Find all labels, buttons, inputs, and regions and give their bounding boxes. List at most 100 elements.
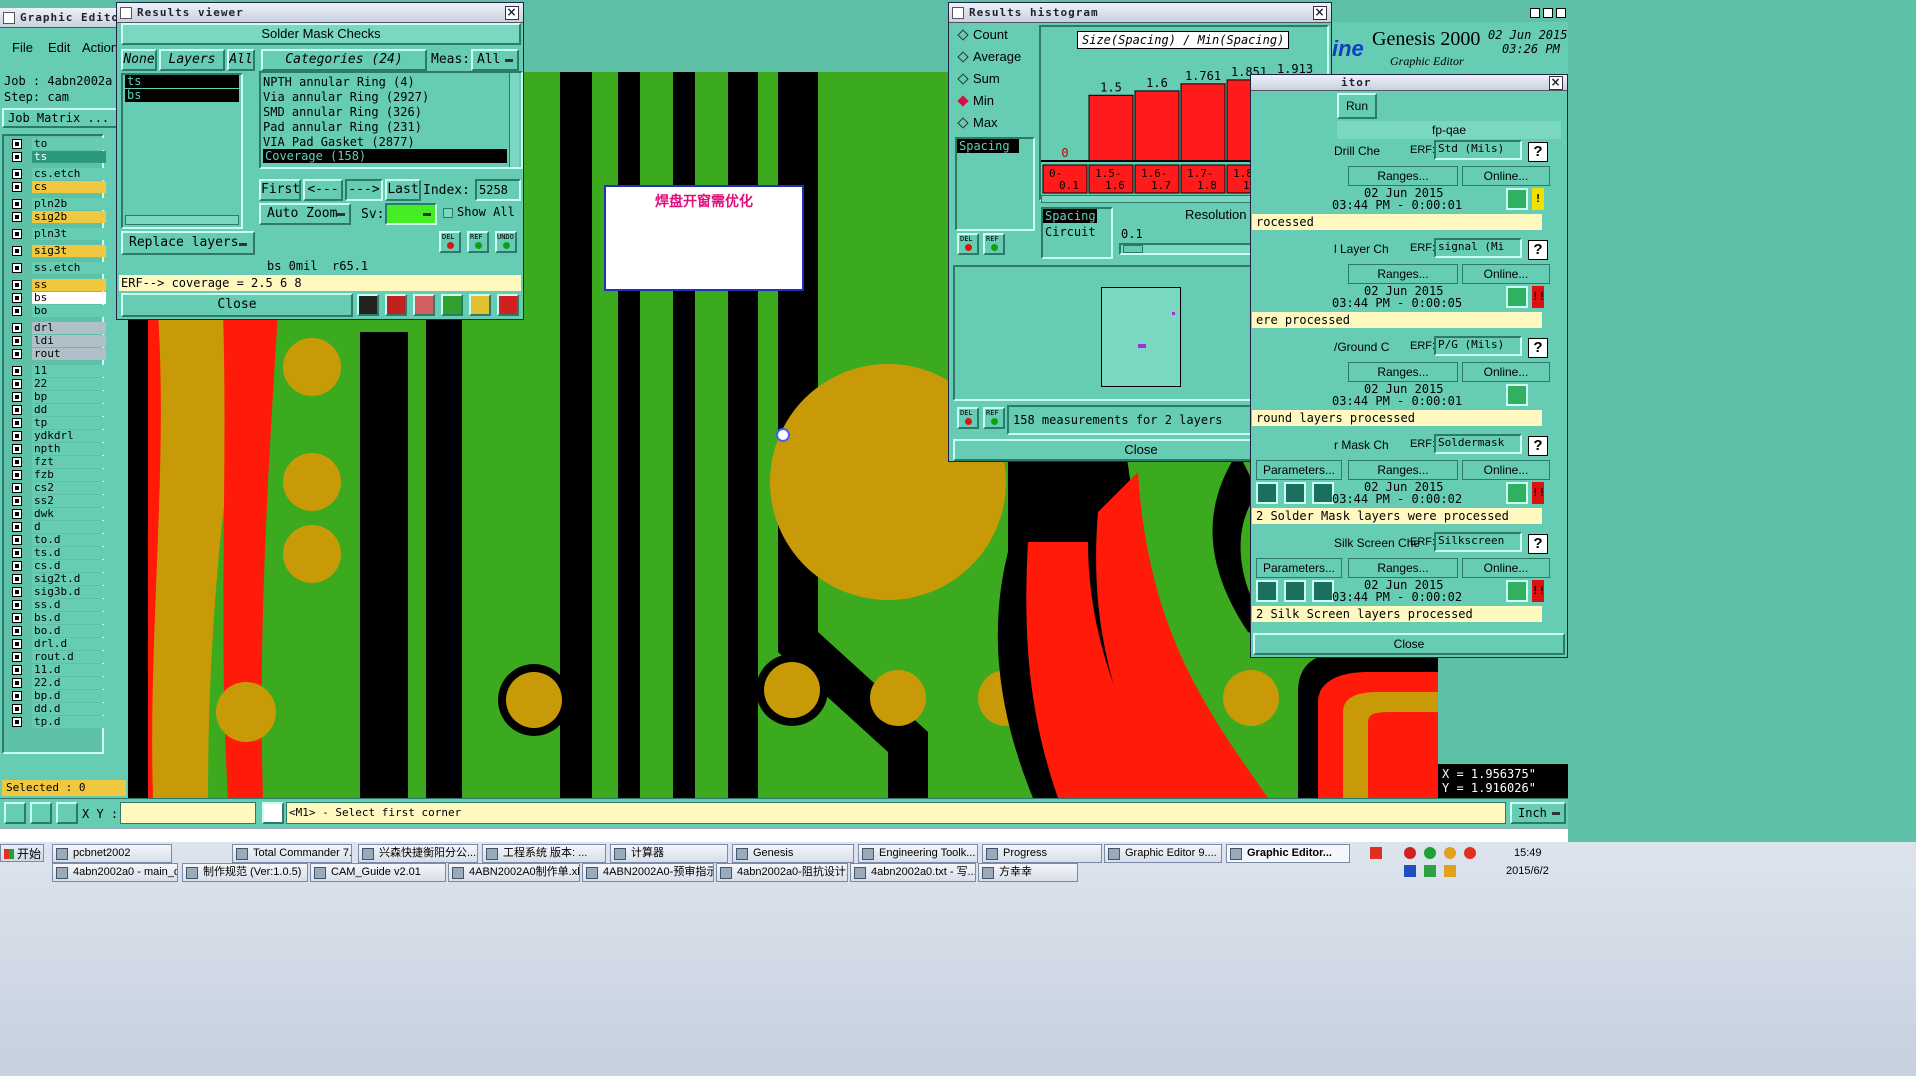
layer-name[interactable]: drl.d	[32, 638, 106, 650]
layer-name[interactable]: tp.d	[32, 716, 106, 728]
layer-row[interactable]: dwk	[10, 508, 106, 520]
erf-value[interactable]: Silkscreen	[1434, 532, 1522, 552]
layer-name[interactable]: 22.d	[32, 677, 106, 689]
layer-row[interactable]: sig2t.d	[10, 573, 106, 585]
help-button[interactable]: ?	[1528, 142, 1548, 162]
layer-checkbox[interactable]	[12, 199, 22, 209]
run-check-icon[interactable]	[1284, 580, 1306, 602]
help-button[interactable]: ?	[1528, 338, 1548, 358]
categories-button[interactable]: Categories (24)	[261, 49, 427, 71]
layer-checkbox[interactable]	[12, 246, 22, 256]
layer-checkbox[interactable]	[12, 717, 22, 727]
layer-checkbox[interactable]	[12, 600, 22, 610]
highlight-icon[interactable]	[385, 294, 407, 316]
job-matrix-button[interactable]: Job Matrix ...	[2, 108, 122, 128]
layer-checkbox[interactable]	[12, 293, 22, 303]
undo-button[interactable]: UNDO	[495, 231, 517, 253]
online-button[interactable]: Online...	[1462, 362, 1550, 382]
ref-button[interactable]: REF	[983, 407, 1005, 429]
next-button[interactable]: --->	[345, 179, 383, 201]
layer-row[interactable]: ss	[10, 279, 106, 291]
layer-checkbox[interactable]	[12, 182, 22, 192]
tray-icon[interactable]	[1404, 865, 1416, 877]
histogram-icon[interactable]	[497, 294, 519, 316]
layer-row[interactable]: ts.d	[10, 547, 106, 559]
layer-row[interactable]: bp	[10, 391, 106, 403]
layer-row[interactable]: sig3t	[10, 245, 106, 257]
tray-icon[interactable]	[1424, 847, 1436, 859]
run-check-icon[interactable]	[1256, 482, 1278, 504]
option-min[interactable]: Min	[957, 93, 994, 108]
clear-icon[interactable]	[413, 294, 435, 316]
layer-name[interactable]: cs2	[32, 482, 106, 494]
tray-icon[interactable]	[1404, 847, 1416, 859]
index-field[interactable]: 5258	[475, 179, 521, 201]
flag-icon[interactable]	[357, 294, 379, 316]
run-check-icon[interactable]	[1256, 580, 1278, 602]
result-layer-ts[interactable]: ts	[125, 75, 239, 88]
taskbar-button[interactable]: 工程系统 版本: ...	[482, 844, 606, 863]
layer-checkbox[interactable]	[12, 263, 22, 273]
ranges-button[interactable]: Ranges...	[1348, 362, 1458, 382]
erf-value[interactable]: Soldermask	[1434, 434, 1522, 454]
layer-name[interactable]: sig2b	[32, 211, 106, 223]
tab-none[interactable]: None	[121, 49, 157, 71]
prev-button[interactable]: <---	[303, 179, 343, 201]
erf-value[interactable]: signal (Mi	[1434, 238, 1522, 258]
layer-name[interactable]: bo.d	[32, 625, 106, 637]
online-button[interactable]: Online...	[1462, 558, 1550, 578]
del-button[interactable]: DEL	[957, 407, 979, 429]
layer-checkbox[interactable]	[12, 431, 22, 441]
layer-checkbox[interactable]	[12, 323, 22, 333]
layer-name[interactable]: cs.etch	[32, 168, 106, 180]
results-viewer-titlebar[interactable]: Results viewer ×	[117, 3, 523, 23]
qae-titlebar[interactable]: itor ×	[1251, 75, 1567, 91]
layer-checkbox[interactable]	[12, 561, 22, 571]
measure-list[interactable]: Spacing	[955, 137, 1035, 231]
layer-name[interactable]: dd.d	[32, 703, 106, 715]
result-layer-bs[interactable]: bs	[125, 89, 239, 102]
help-button[interactable]: ?	[1528, 436, 1548, 456]
layer-name[interactable]: to	[32, 138, 106, 150]
grid-tool-icon[interactable]	[56, 802, 78, 824]
report-icon[interactable]	[469, 294, 491, 316]
tray-icon[interactable]	[1444, 865, 1456, 877]
tray-icon[interactable]	[1424, 865, 1436, 877]
layer-row[interactable]: ydkdrl	[10, 430, 106, 442]
layer-checkbox[interactable]	[12, 418, 22, 428]
category-item-coverage[interactable]: Coverage (158)	[263, 149, 507, 163]
taskbar-button[interactable]: Graphic Editor...	[1226, 844, 1350, 863]
layer-checkbox[interactable]	[12, 509, 22, 519]
layer-row[interactable]: ss.etch	[10, 262, 106, 274]
close-icon[interactable]	[1556, 8, 1566, 18]
measure-tool-icon[interactable]	[30, 802, 52, 824]
taskbar-button[interactable]: 计算器	[610, 844, 728, 863]
number-icon[interactable]	[441, 294, 463, 316]
layer-row[interactable]: cs2	[10, 482, 106, 494]
measure-item-spacing[interactable]: Spacing	[957, 139, 1019, 153]
category-list[interactable]: NPTH annular Ring (4) Via annular Ring (…	[259, 71, 523, 169]
layer-name[interactable]: ldi	[32, 335, 106, 347]
layer-name[interactable]: dd	[32, 404, 106, 416]
minimize-icon[interactable]	[1530, 8, 1540, 18]
last-button[interactable]: Last	[385, 179, 421, 201]
layer-checkbox[interactable]	[12, 229, 22, 239]
layer-row[interactable]: 11	[10, 365, 106, 377]
layer-name[interactable]: ts.d	[32, 547, 106, 559]
layer-checkbox[interactable]	[12, 665, 22, 675]
tray-icon[interactable]	[1370, 847, 1382, 859]
del-button[interactable]: DEL	[439, 231, 461, 253]
sv-color-select[interactable]	[385, 203, 437, 225]
tray-clock[interactable]: 15:49	[1514, 847, 1542, 859]
category-item-via-gasket[interactable]: VIA Pad Gasket (2877)	[263, 135, 415, 149]
layer-checkbox[interactable]	[12, 587, 22, 597]
layer-checkbox[interactable]	[12, 336, 22, 346]
taskbar-button[interactable]: Graphic Editor 9....	[1104, 844, 1222, 863]
layer-row[interactable]: 11.d	[10, 664, 106, 676]
layer-row[interactable]: pln3t	[10, 228, 106, 240]
layer-row[interactable]: 22.d	[10, 677, 106, 689]
run-check-icon[interactable]	[1312, 482, 1334, 504]
ranges-button[interactable]: Ranges...	[1348, 460, 1458, 480]
tab-layers[interactable]: Layers	[159, 49, 225, 71]
zoom-icon[interactable]	[1506, 188, 1528, 210]
